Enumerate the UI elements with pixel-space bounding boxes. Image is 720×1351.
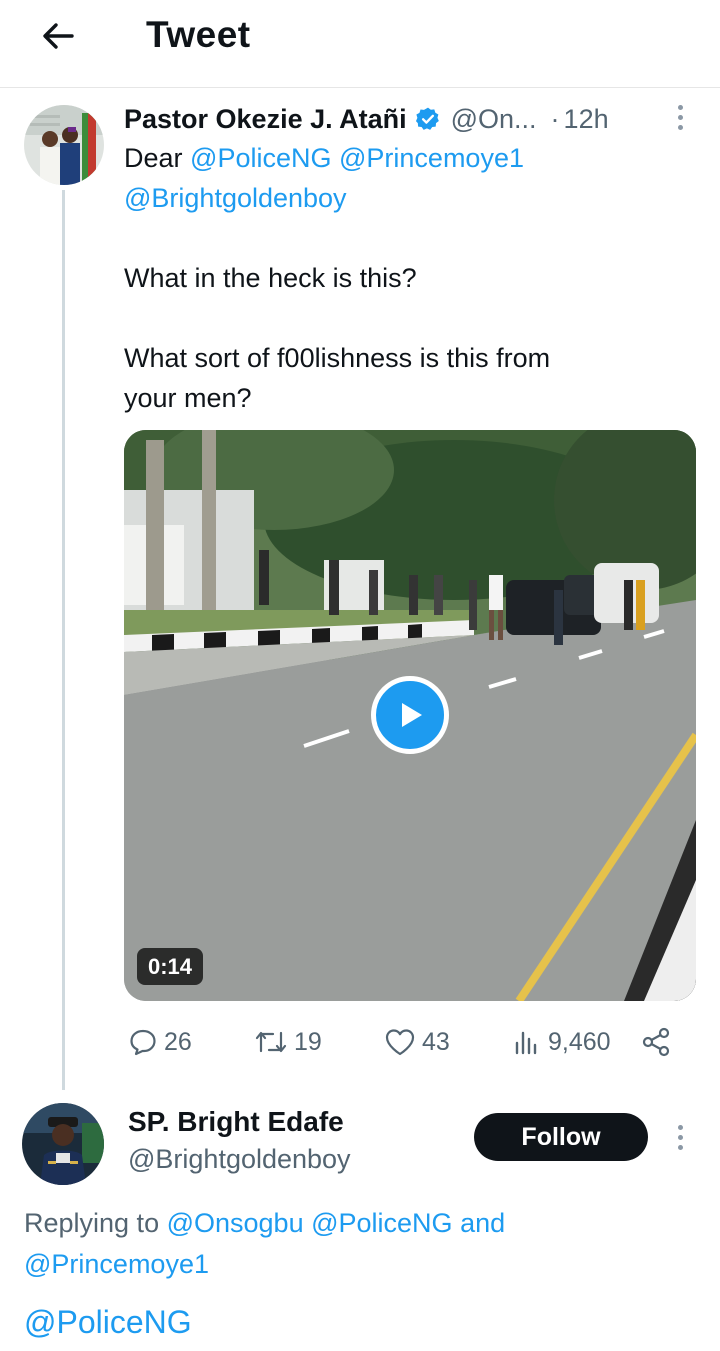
like-button[interactable]: 43 — [384, 1022, 450, 1062]
thread-line — [62, 190, 65, 1090]
separator-dot: · — [550, 103, 560, 134]
reply-more-options-button[interactable] — [668, 1120, 692, 1154]
reply-author-name[interactable]: SP. Bright Edafe — [128, 1106, 344, 1138]
mention-link[interactable]: @Brightgoldenboy — [124, 183, 347, 213]
share-button[interactable] — [640, 1022, 672, 1062]
replying-to-label: Replying to — [24, 1208, 167, 1238]
page-title: Tweet — [146, 14, 251, 55]
mention-link[interactable]: @PoliceNG — [311, 1208, 452, 1238]
reply-icon — [130, 1029, 156, 1056]
tweet-text: Dear @PoliceNG @Princemoye1 @Brightgolde… — [124, 138, 694, 418]
like-count: 43 — [422, 1027, 450, 1056]
play-icon — [402, 703, 422, 727]
share-icon — [642, 1027, 670, 1057]
mention-link[interactable]: @Princemoye1 — [24, 1249, 209, 1279]
verified-badge-icon — [415, 107, 439, 130]
reply-button[interactable]: 26 — [128, 1022, 192, 1062]
mention-link[interactable]: @Princemoye1 — [339, 143, 524, 173]
retweet-count: 19 — [294, 1027, 322, 1056]
mention-link[interactable]: @PoliceNG — [190, 143, 331, 173]
more-dots-icon — [677, 104, 683, 110]
mention-link[interactable]: @Onsogbu — [167, 1208, 304, 1238]
more-options-button[interactable] — [668, 100, 692, 134]
follow-button[interactable]: Follow — [474, 1113, 648, 1161]
reply-count: 26 — [164, 1027, 192, 1056]
play-button[interactable] — [371, 676, 449, 754]
retweet-button[interactable]: 19 — [254, 1022, 322, 1062]
tweet-header: Pastor Okezie J. Atañi @On... · 12h — [124, 100, 609, 138]
views-count: 9,460 — [548, 1027, 611, 1056]
tweet-paragraph: What in the heck is this? — [124, 263, 417, 293]
reply-author-avatar[interactable] — [22, 1103, 104, 1185]
video-player[interactable]: 0:14 — [124, 430, 696, 1001]
author-avatar[interactable] — [24, 105, 104, 185]
tweet-actions: 26 19 43 9,460 — [0, 1022, 720, 1062]
views-button[interactable]: 9,460 — [512, 1022, 611, 1062]
video-duration: 0:14 — [137, 948, 204, 985]
views-chart-icon — [515, 1031, 537, 1055]
tweet-time[interactable]: 12h — [564, 104, 609, 135]
retweet-icon — [255, 1031, 287, 1053]
heart-icon — [385, 1029, 415, 1056]
author-handle[interactable]: @On... — [451, 104, 537, 135]
tweet-text-prefix: Dear — [124, 143, 191, 173]
tweet-paragraph: your men? — [124, 383, 252, 413]
others-link[interactable]: and — [453, 1208, 505, 1238]
top-bar: Tweet — [0, 0, 720, 88]
more-dots-icon — [677, 1124, 683, 1130]
author-name[interactable]: Pastor Okezie J. Atañi — [124, 104, 407, 135]
back-button[interactable] — [36, 14, 80, 58]
reply-tweet-text[interactable]: @PoliceNG — [24, 1300, 192, 1344]
arrow-left-icon — [43, 23, 74, 49]
tweet-paragraph: What sort of f00lishness is this from — [124, 343, 551, 373]
replying-to: Replying to @Onsogbu @PoliceNG and @Prin… — [24, 1203, 704, 1285]
reply-author-handle[interactable]: @Brightgoldenboy — [128, 1144, 351, 1175]
